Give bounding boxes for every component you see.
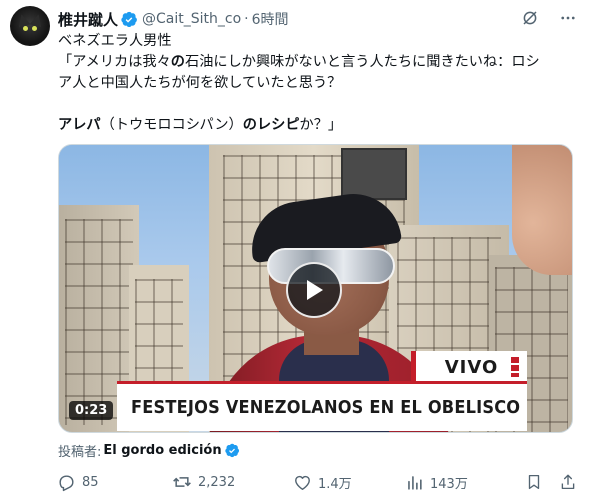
separator-dot: · bbox=[244, 11, 249, 27]
tweet-text-bold: のレシピ bbox=[242, 117, 300, 133]
tweet-action-bar: 85 2,232 1.4万 143万 bbox=[52, 472, 582, 496]
repost-icon bbox=[172, 472, 192, 492]
video-duration: 0:23 bbox=[69, 401, 114, 420]
tweet-text-line: ベネズエラ人男性 bbox=[58, 33, 172, 49]
views-icon bbox=[404, 472, 424, 492]
reply-button[interactable]: 85 bbox=[56, 472, 99, 492]
video-attribution: 投稿者: El gordo edición bbox=[58, 441, 240, 460]
video-player[interactable]: VIVO FESTEJOS VENEZOLANOS EN EL OBELISCO… bbox=[58, 144, 573, 433]
like-button[interactable]: 1.4万 bbox=[292, 472, 352, 492]
reply-icon bbox=[56, 472, 76, 492]
verified-badge-icon bbox=[224, 443, 239, 458]
share-button[interactable] bbox=[558, 472, 584, 492]
play-button[interactable] bbox=[286, 262, 342, 318]
reply-count: 85 bbox=[82, 474, 99, 490]
attribution-source[interactable]: El gordo edición bbox=[103, 443, 221, 458]
bookmark-button[interactable] bbox=[524, 472, 550, 492]
tweet-text: ベネズエラ人男性 「アメリカは我々の石油にしか興味がないと言う人たちに聞きたいね… bbox=[58, 31, 578, 136]
live-badge-stripes bbox=[511, 357, 519, 377]
tweet-text-segment: 「アメリカは我々 bbox=[58, 54, 171, 70]
tweet-text-bold: の bbox=[170, 54, 185, 70]
tweet-text-bold: アレパ bbox=[58, 117, 101, 133]
avatar-cat-eye bbox=[23, 26, 28, 31]
tweet-header: 椎井蹴人 @Cait_Sith_co · 6時間 bbox=[58, 8, 289, 30]
broadcast-caption: FESTEJOS VENEZOLANOS EN EL OBELISCO bbox=[117, 381, 527, 431]
author-avatar[interactable] bbox=[10, 6, 50, 46]
avatar-cat-ear bbox=[29, 12, 45, 28]
avatar-cat-ear bbox=[15, 12, 31, 28]
live-badge-label: VIVO bbox=[444, 357, 499, 378]
tweet-timestamp[interactable]: 6時間 bbox=[252, 9, 289, 29]
author-handle[interactable]: @Cait_Sith_co bbox=[142, 11, 241, 27]
video-frame-bystander bbox=[512, 145, 572, 275]
heart-icon bbox=[292, 472, 312, 492]
views-count: 143万 bbox=[430, 476, 468, 492]
live-badge: VIVO bbox=[411, 351, 527, 384]
repost-count: 2,232 bbox=[198, 474, 236, 490]
tweet-top-actions bbox=[521, 9, 577, 27]
bookmark-icon bbox=[524, 472, 544, 492]
avatar-cat-eye bbox=[32, 26, 37, 31]
attribution-label: 投稿者: bbox=[58, 445, 102, 460]
views-button[interactable]: 143万 bbox=[404, 472, 468, 492]
more-icon[interactable] bbox=[559, 9, 577, 27]
grok-icon[interactable] bbox=[521, 9, 539, 27]
verified-badge-icon bbox=[121, 11, 137, 27]
tweet-text-segment: （トウモロコシパン） bbox=[100, 117, 243, 133]
broadcast-caption-text: FESTEJOS VENEZOLANOS EN EL OBELISCO bbox=[131, 397, 521, 418]
tweet-text-segment: 石油にしか興味がないと言う人たちに聞きたいね：ロシ bbox=[185, 54, 540, 70]
like-count: 1.4万 bbox=[318, 476, 352, 492]
play-icon bbox=[307, 280, 323, 300]
tweet-text-segment: か？」 bbox=[299, 117, 343, 133]
tweet-text-line: ア人と中国人たちが何を欲していたと思う？ bbox=[58, 75, 342, 91]
author-name[interactable]: 椎井蹴人 bbox=[58, 9, 118, 30]
repost-button[interactable]: 2,232 bbox=[172, 472, 235, 492]
share-icon bbox=[558, 472, 578, 492]
